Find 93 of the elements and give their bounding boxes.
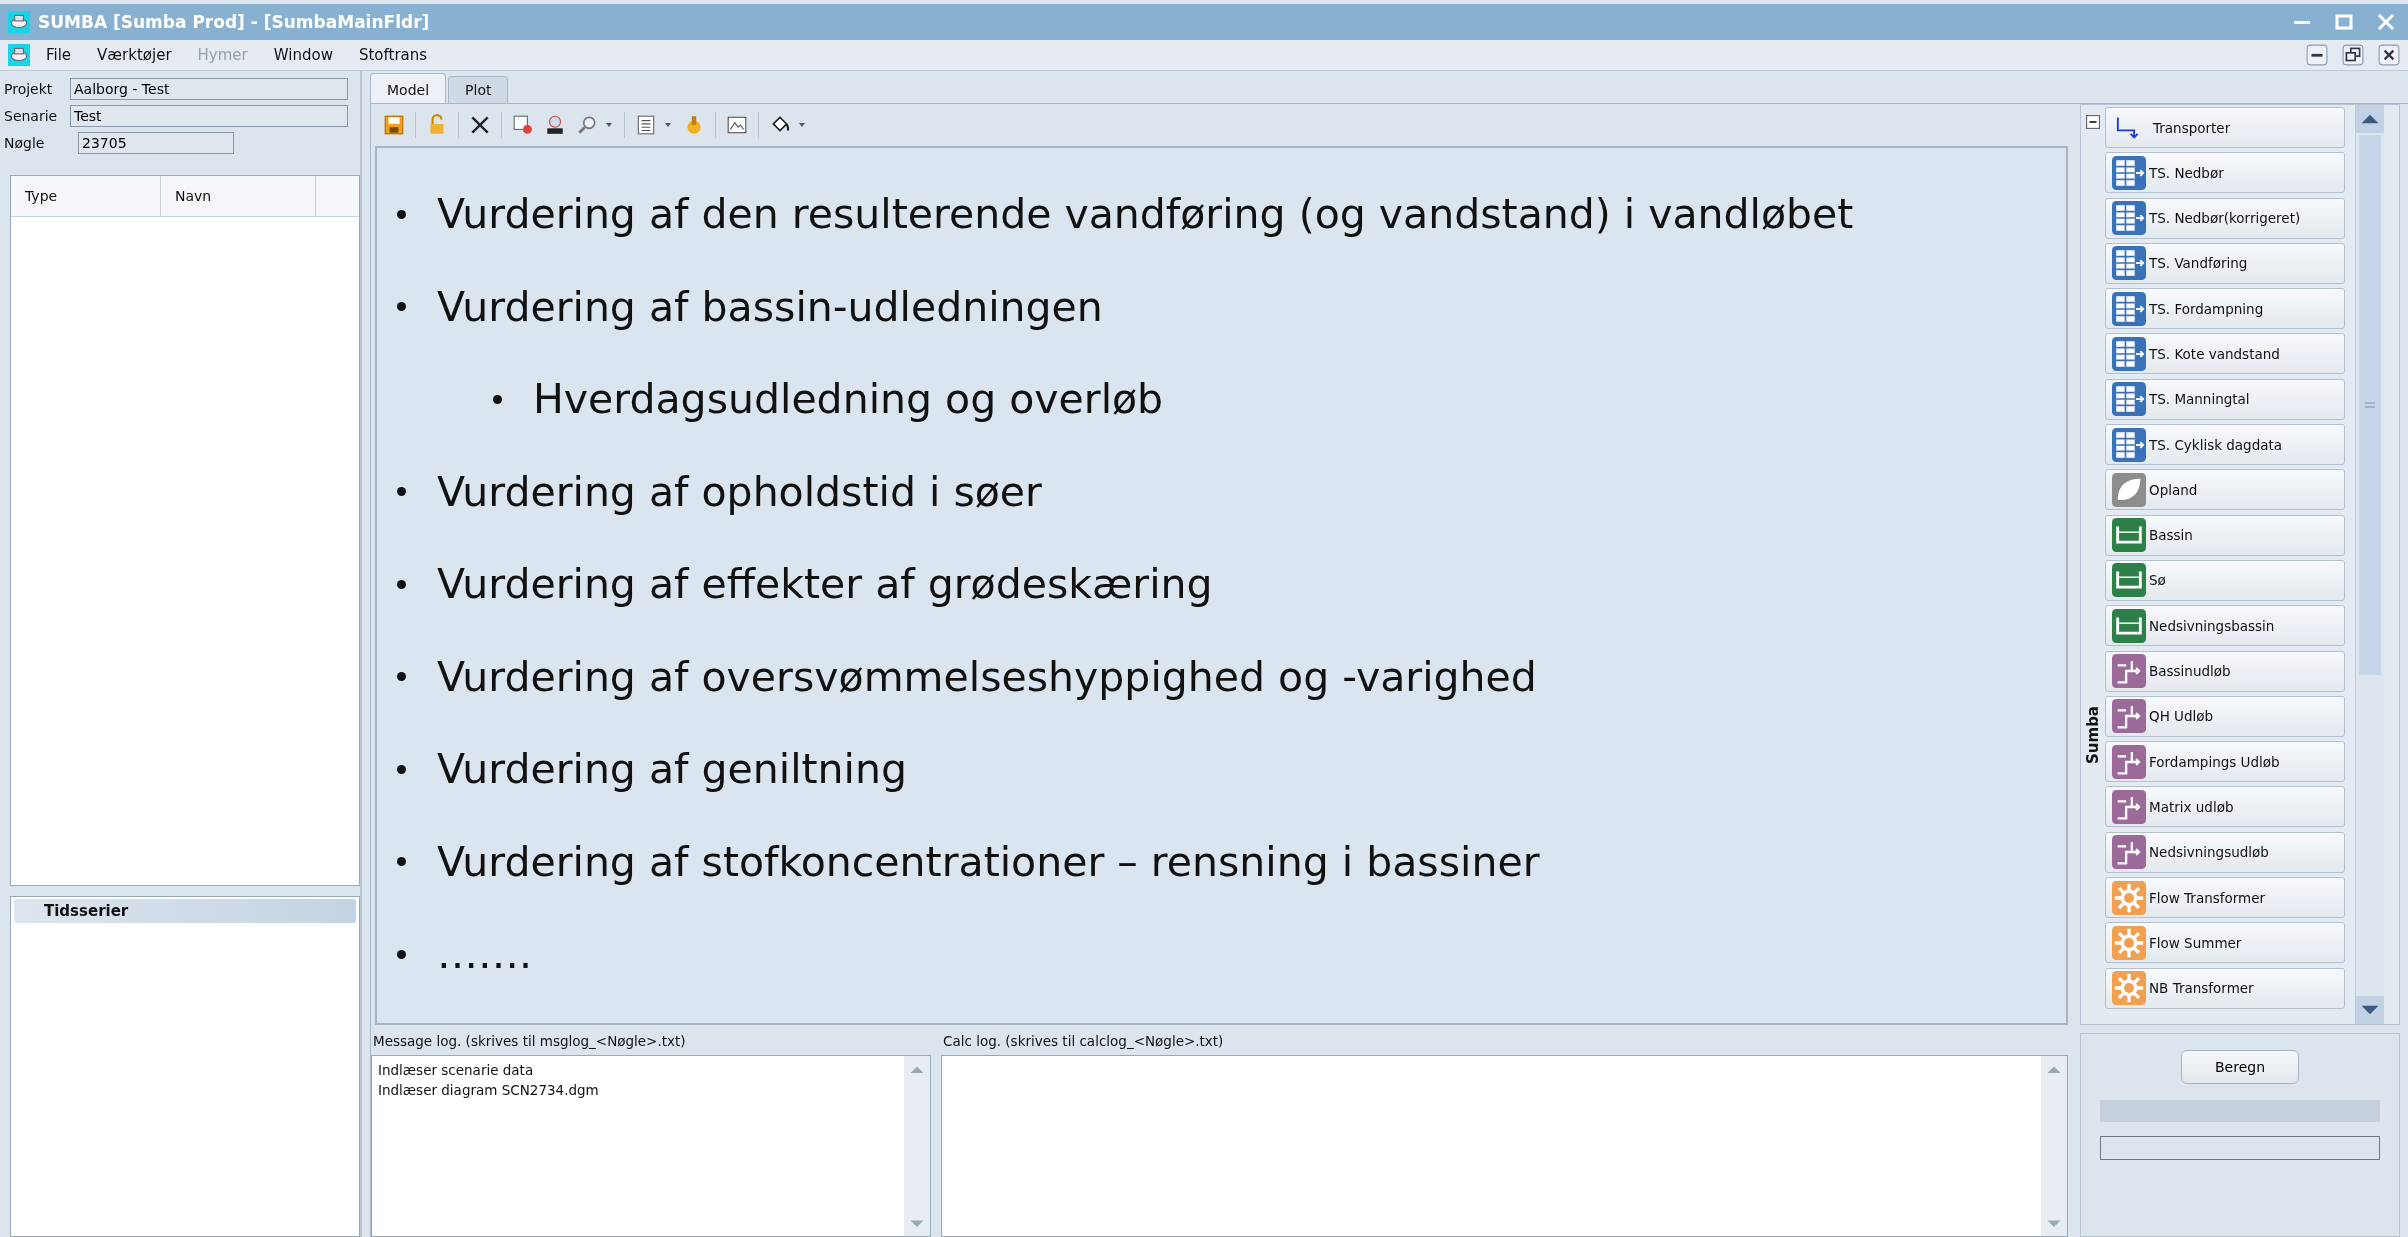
input-field[interactable]: 23705 — [78, 132, 234, 154]
palette-item[interactable]: TS. Cyklisk dagdata — [2105, 424, 2345, 466]
zoom-icon[interactable] — [576, 114, 598, 136]
delete-icon[interactable] — [469, 114, 491, 136]
bullet-icon — [397, 302, 406, 312]
calculate-button[interactable]: Beregn — [2181, 1050, 2299, 1084]
table-icon — [2112, 201, 2146, 236]
bullet-icon — [493, 394, 502, 404]
palette-item[interactable]: QH Udløb — [2105, 695, 2345, 737]
minimize-icon[interactable] — [2306, 44, 2328, 66]
zoom-fit-icon[interactable] — [512, 114, 534, 136]
scroll-down-icon[interactable] — [2356, 996, 2384, 1024]
field-label: Nøgle — [4, 135, 46, 151]
palette-item[interactable]: Bassin — [2105, 514, 2345, 556]
bullet-text: Vurdering af geniltning — [437, 745, 907, 794]
table-icon — [2112, 155, 2146, 190]
table-icon — [2112, 291, 2146, 326]
panel-header: Tidsserier — [14, 899, 356, 923]
basin-icon — [2112, 608, 2146, 643]
outlet-icon — [2112, 789, 2146, 824]
palette-item[interactable]: TS. Nedbør(korrigeret) — [2105, 197, 2345, 239]
log-title: Message log. (skrives til msglog_<Nøgle>.txt) — [372, 1033, 687, 1051]
palette-item[interactable]: TS. Manningtal — [2105, 378, 2345, 420]
palette-item[interactable]: TS. Kote vandstand — [2105, 333, 2345, 375]
outlet-icon — [2112, 699, 2146, 734]
input-field[interactable]: Aalborg - Test — [70, 78, 348, 100]
palette-item[interactable]: Nedsivningsbassin — [2105, 605, 2345, 647]
menu-item[interactable]: Værktøjer — [87, 46, 182, 64]
bullet-icon — [397, 579, 406, 589]
palette-item[interactable]: Bassinudløb — [2105, 650, 2345, 692]
tab[interactable]: Plot — [448, 76, 509, 103]
leaf-icon — [2112, 472, 2146, 507]
column-header[interactable]: Navn — [161, 176, 316, 216]
scrollbar[interactable] — [2355, 105, 2384, 1024]
bullet-text: Hverdagsudledning og overløb — [533, 375, 1164, 424]
palette-item[interactable]: Transporter — [2105, 107, 2345, 148]
outlet-icon — [2112, 835, 2146, 870]
table-icon — [2112, 246, 2146, 281]
palette-item[interactable]: TS. Nedbør — [2105, 152, 2345, 194]
window-title: SUMBA [Sumba Prod] - [SumbaMainFldr] — [38, 12, 430, 32]
palette-item[interactable]: Nedsivningsudløb — [2105, 831, 2345, 873]
tab[interactable]: Model — [370, 73, 447, 103]
log-title: Calc log. (skrives til calclog_<Nøgle>.txt) — [942, 1033, 1225, 1051]
group-label: Sumba — [2084, 706, 2102, 764]
bullet-icon — [397, 764, 406, 774]
align-icon[interactable] — [635, 114, 657, 136]
save-icon[interactable] — [383, 114, 405, 136]
outlet-icon — [2112, 744, 2146, 779]
palette-item[interactable]: NB Transformer — [2105, 967, 2345, 1009]
scroll-thumb[interactable] — [2359, 135, 2381, 675]
collapse-icon[interactable] — [2086, 115, 2100, 129]
bullet-icon — [397, 672, 406, 682]
palette-item[interactable]: Flow Transformer — [2105, 877, 2345, 919]
basin-icon — [2112, 518, 2146, 553]
input-field[interactable]: Test — [70, 105, 348, 127]
bullet-icon — [397, 857, 406, 867]
palette-item[interactable]: Opland — [2105, 469, 2345, 511]
scroll-up-icon[interactable] — [2356, 105, 2384, 133]
menu-item[interactable]: Window — [263, 46, 343, 64]
close-icon[interactable] — [2378, 44, 2400, 66]
basin-icon — [2112, 563, 2146, 598]
bullet-icon — [397, 949, 406, 959]
bullet-text: Vurdering af oversvømmelseshyppighed og -varighed — [437, 652, 1537, 701]
palette-item[interactable]: Fordampings Udløb — [2105, 741, 2345, 783]
log-line: Indlæser diagram SCN2734.dgm — [378, 1081, 600, 1100]
image-icon[interactable] — [726, 114, 748, 136]
palette-item[interactable]: TS. Vandføring — [2105, 242, 2345, 284]
field-label: Projekt — [4, 81, 54, 97]
table-icon — [2112, 427, 2146, 462]
grip-icon — [2365, 402, 2375, 408]
bullet-text: Vurdering af opholdstid i søer — [437, 467, 1042, 516]
bullet-text: Vurdering af bassin-udledningen — [437, 282, 1103, 331]
bullet-icon — [397, 487, 406, 497]
palette-item[interactable]: Sø — [2105, 559, 2345, 601]
palette-item[interactable]: Flow Summer — [2105, 922, 2345, 964]
app-icon — [8, 11, 30, 33]
bullet-text: Vurdering af den resulterende vandføring (og vandstand) i vandløbet — [437, 190, 1854, 239]
bullet-text: Vurdering af effekter af grødeskæring — [437, 560, 1213, 609]
palette-item[interactable]: Matrix udløb — [2105, 786, 2345, 828]
menu-item[interactable]: File — [36, 46, 82, 64]
restore-icon[interactable] — [2342, 44, 2364, 66]
menu-item[interactable]: Stoftrans — [348, 46, 438, 64]
field-label: Senarie — [4, 108, 59, 124]
table-icon — [2112, 337, 2146, 371]
palette-item[interactable]: TS. Fordampning — [2105, 288, 2345, 330]
bullet-text: ……. — [437, 930, 533, 979]
column-header[interactable]: Type — [11, 176, 161, 216]
table-icon — [2112, 382, 2146, 417]
outlet-icon — [2112, 654, 2146, 689]
bullet-text: Vurdering af stofkoncentrationer – rensning i bassiner — [437, 837, 1540, 886]
log-line: Indlæser scenarie data — [378, 1061, 535, 1080]
bullet-icon — [397, 209, 406, 219]
app-icon[interactable] — [8, 44, 30, 66]
